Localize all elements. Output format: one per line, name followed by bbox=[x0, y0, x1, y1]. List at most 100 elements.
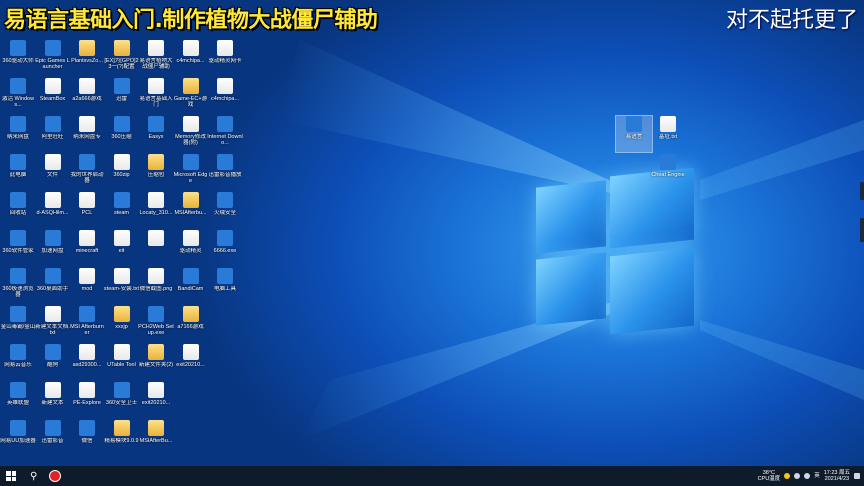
folder-icon bbox=[113, 40, 130, 56]
desktop-icon[interactable]: c4mchipa... bbox=[173, 40, 209, 76]
desktop-icon[interactable]: SteamBox bbox=[35, 78, 71, 114]
desktop-icon[interactable]: PE-Explore bbox=[69, 382, 105, 418]
side-scroll-indicator[interactable] bbox=[860, 182, 864, 252]
desktop-icon[interactable]: Cheat Engine bbox=[650, 154, 686, 190]
cpu-temperature[interactable]: 38°C CPU温度 bbox=[758, 470, 781, 482]
desktop-icon[interactable]: 微信 bbox=[69, 420, 105, 456]
desktop-icon[interactable]: [EX]为[GPO]23一(?)配置 bbox=[104, 40, 140, 76]
desktop-icon[interactable]: 酷狗 bbox=[35, 344, 71, 380]
desktop-icon[interactable]: eit bbox=[104, 230, 140, 266]
desktop-icon[interactable]: 迅雷影音播放 bbox=[207, 154, 243, 190]
desktop-icon[interactable]: Epic Games Launcher bbox=[35, 40, 71, 76]
desktop-icon[interactable]: 驱动精灵网卡 bbox=[207, 40, 243, 76]
desktop-icon[interactable]: Internet Downlo... bbox=[207, 116, 243, 152]
desktop-icon[interactable]: d-ASQHilm... bbox=[35, 192, 71, 228]
network-icon[interactable] bbox=[794, 473, 801, 479]
desktop-icon[interactable]: asd29300... bbox=[69, 344, 105, 380]
desktop-icon[interactable]: Game-EC+游戏 bbox=[173, 78, 209, 114]
desktop-icon[interactable]: 金山毒霸/金山 bbox=[0, 306, 36, 342]
desktop-icon[interactable]: 360桌面助手 bbox=[35, 268, 71, 304]
desktop-icon[interactable]: 新建文件夹(2) bbox=[138, 344, 174, 380]
desktop-icon[interactable]: 精易模块9.0.9 bbox=[104, 420, 140, 456]
desktop-icon-label: 压缩包 bbox=[147, 172, 165, 178]
desktop-icon[interactable]: MSIAfterbu... bbox=[173, 192, 209, 228]
exe-icon bbox=[113, 382, 130, 398]
desktop-icon[interactable]: exit20210... bbox=[138, 382, 174, 418]
file-icon bbox=[182, 230, 199, 246]
desktop-icon[interactable]: 回收站 bbox=[0, 192, 36, 228]
desktop-icon[interactable]: 英雄联盟 bbox=[0, 382, 36, 418]
desktop-icon[interactable]: MSI Afterburner bbox=[69, 306, 105, 342]
folder-icon bbox=[182, 78, 199, 94]
folder-icon bbox=[79, 40, 95, 56]
desktop-icon[interactable]: 迅雷影音 bbox=[35, 420, 71, 456]
desktop-icon[interactable]: 我的世界启动器 bbox=[69, 154, 105, 190]
desktop-icon[interactable]: c4mchipa... bbox=[207, 78, 243, 114]
exe-icon bbox=[217, 230, 233, 246]
desktop-icon[interactable]: 新建文本 bbox=[35, 382, 71, 418]
desktop-icon[interactable]: 电脑工具 bbox=[207, 268, 243, 304]
desktop-icon[interactable]: a2a666游戏 bbox=[69, 78, 105, 114]
desktop-icon[interactable]: 360软件管家 bbox=[0, 230, 36, 266]
desktop-icon[interactable]: 基址.txt bbox=[650, 116, 686, 152]
desktop-icon[interactable]: 纳米网盘专 bbox=[69, 116, 105, 152]
desktop-icon[interactable]: 易语言植物大战僵尸辅助 bbox=[138, 40, 174, 76]
desktop-icon[interactable]: 此电脑 bbox=[0, 154, 36, 190]
desktop-icon[interactable]: UTable Tool bbox=[104, 344, 140, 380]
desktop-icon-label: 网易UU加速器 bbox=[0, 438, 36, 444]
clock[interactable]: 17:23 周五 2021/4/23 bbox=[824, 470, 850, 482]
desktop-icon[interactable]: exit20210... bbox=[173, 344, 209, 380]
desktop-icon[interactable]: 激活 Windows... bbox=[0, 78, 36, 114]
desktop-icon[interactable]: Microsoft Edge bbox=[173, 154, 209, 190]
desktop-icon[interactable]: steam-安装.txt bbox=[104, 268, 140, 304]
volume-icon[interactable] bbox=[804, 473, 811, 479]
desktop-icon[interactable]: Locaty_310... bbox=[138, 192, 174, 228]
desktop-icon[interactable]: 360zip bbox=[104, 154, 140, 190]
desktop-icon[interactable]: 微信截图.png bbox=[138, 268, 174, 304]
desktop-icon[interactable]: MSIAfterBu... bbox=[138, 420, 174, 456]
desktop-icon[interactable]: a7166游戏 bbox=[173, 306, 209, 342]
desktop-icon[interactable]: 纳米网盘 bbox=[0, 116, 36, 152]
desktop-icon[interactable]: 火绒安全 bbox=[207, 192, 243, 228]
exe-icon bbox=[44, 116, 61, 132]
weather-icon[interactable] bbox=[784, 473, 791, 479]
desktop-icon[interactable]: PCH2Web Setup.exe bbox=[138, 306, 174, 342]
exe-icon bbox=[79, 154, 95, 170]
desktop-icon-label: PCH2Web Setup.exe bbox=[138, 324, 174, 336]
desktop-icon[interactable]: steam bbox=[104, 192, 140, 228]
desktop-icon[interactable]: 360驱动大师 bbox=[0, 40, 36, 76]
desktop-icon[interactable]: 加速网盘 bbox=[35, 230, 71, 266]
desktop-icon[interactable]: xxxjp bbox=[104, 306, 140, 342]
desktop-icon[interactable]: minecraft bbox=[69, 230, 105, 266]
desktop-icon[interactable]: 360安全卫士 bbox=[104, 382, 140, 418]
ime-indicator[interactable]: 英 bbox=[814, 473, 820, 479]
desktop-icon[interactable]: 文件 bbox=[35, 154, 71, 190]
desktop-icon[interactable]: Easyx bbox=[138, 116, 174, 152]
desktop-icon[interactable]: 迅雷 bbox=[104, 78, 140, 114]
desktop-icon[interactable]: 驱动精灵 bbox=[173, 230, 209, 266]
desktop-icon[interactable]: 压缩包 bbox=[138, 154, 174, 190]
notification-icon[interactable] bbox=[854, 473, 860, 479]
desktop-icon[interactable]: 新建文本文档.txt bbox=[35, 306, 71, 342]
search-icon[interactable]: ⚲ bbox=[30, 471, 37, 482]
desktop-icon[interactable]: 6666.exe bbox=[207, 230, 243, 266]
desktop-icon[interactable]: 网易UU加速器 bbox=[0, 420, 36, 456]
desktop-icon[interactable]: 阿里旺旺 bbox=[35, 116, 71, 152]
desktop-icon[interactable]: 网易云音乐 bbox=[0, 344, 36, 380]
desktop-icon[interactable]: BandiCam bbox=[173, 268, 209, 304]
desktop-icon[interactable]: Memory修改器(附) bbox=[173, 116, 209, 152]
record-icon[interactable] bbox=[49, 470, 62, 482]
desktop-icon[interactable]: 易语言 bbox=[615, 115, 653, 153]
desktop-icon[interactable]: 360极速浏览器 bbox=[0, 268, 36, 304]
file-icon bbox=[148, 192, 164, 208]
desktop-icon-label: 精易模块9.0.9 bbox=[104, 438, 139, 444]
desktop-icon[interactable]: 易语言基础入门 bbox=[138, 78, 174, 114]
start-button[interactable] bbox=[6, 471, 16, 481]
desktop-icon[interactable] bbox=[138, 230, 174, 266]
desktop-icon[interactable]: 360压缩 bbox=[104, 116, 140, 152]
exe-icon bbox=[217, 192, 233, 208]
desktop-icon[interactable]: PlantsvsZo... bbox=[69, 40, 105, 76]
desktop-icon[interactable]: PCL bbox=[69, 192, 105, 228]
desktop-icon[interactable]: mod bbox=[69, 268, 105, 304]
exe-icon bbox=[10, 420, 26, 436]
